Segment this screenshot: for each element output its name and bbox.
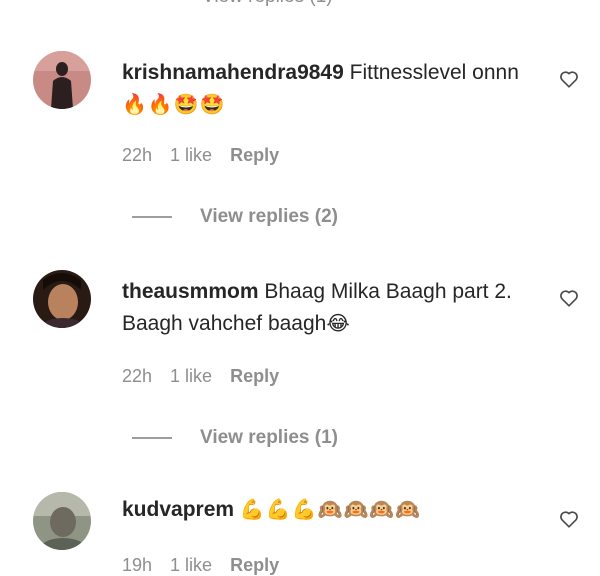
- comment-likes[interactable]: 1 like: [170, 145, 212, 166]
- comment-emoji: 💪💪💪🙉🙉🙉🙉: [239, 499, 422, 521]
- comment-text: krishnamahendra9849 Fittnesslevel onnn 🔥🔥…: [122, 57, 532, 121]
- comment-likes[interactable]: 1 like: [170, 366, 212, 387]
- comment-body: Fittnesslevel onnn: [349, 61, 519, 84]
- comment-emoji: 🔥🔥🤩🤩: [122, 94, 226, 116]
- reply-button[interactable]: Reply: [230, 145, 279, 166]
- avatar[interactable]: [33, 270, 91, 328]
- comment-emoji: 😂: [326, 313, 351, 335]
- divider-line: [132, 216, 172, 218]
- avatar[interactable]: [33, 492, 91, 550]
- view-replies-link-partial[interactable]: View replies (1): [202, 0, 333, 8]
- comment-meta: 22h 1 like Reply: [122, 366, 279, 387]
- comment-meta: 19h 1 like Reply: [122, 555, 279, 576]
- comment-time: 19h: [122, 555, 153, 575]
- view-replies-link[interactable]: View replies (1): [132, 427, 338, 449]
- view-replies-link[interactable]: View replies (2): [132, 206, 338, 228]
- like-heart-icon[interactable]: [558, 68, 580, 90]
- view-replies-label: View replies (1): [200, 427, 338, 448]
- comment-time: 22h: [122, 366, 153, 386]
- reply-button[interactable]: Reply: [230, 366, 279, 387]
- view-replies-label: View replies (2): [200, 206, 338, 227]
- reply-button[interactable]: Reply: [230, 555, 279, 576]
- comment-username[interactable]: theausmmom: [122, 280, 259, 303]
- divider-line: [132, 437, 172, 439]
- comment-meta: 22h 1 like Reply: [122, 145, 279, 166]
- comment-username[interactable]: krishnamahendra9849: [122, 61, 344, 84]
- avatar[interactable]: [33, 51, 91, 109]
- comment-text: kudvaprem 💪💪💪🙉🙉🙉🙉: [122, 494, 532, 526]
- like-heart-icon[interactable]: [558, 508, 580, 530]
- like-heart-icon[interactable]: [558, 287, 580, 309]
- comment-likes[interactable]: 1 like: [170, 555, 212, 576]
- comment-time: 22h: [122, 145, 153, 165]
- comment-username[interactable]: kudvaprem: [122, 498, 234, 521]
- comment-text: theausmmom Bhaag Milka Baagh part 2. Baa…: [122, 276, 532, 340]
